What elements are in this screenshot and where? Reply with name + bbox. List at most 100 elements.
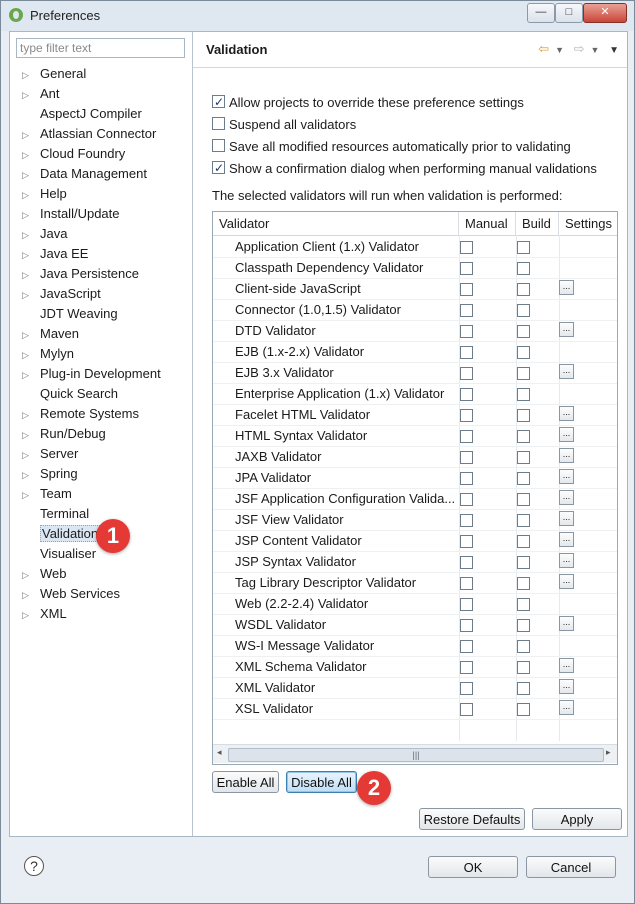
expand-arrow-icon[interactable]: ▷: [22, 185, 40, 205]
table-row[interactable]: XSL Validator...: [213, 698, 617, 720]
build-checkbox[interactable]: [517, 493, 530, 506]
table-row[interactable]: Web (2.2-2.4) Validator: [213, 593, 617, 615]
forward-arrow-icon[interactable]: ⇨: [574, 41, 585, 56]
manual-checkbox[interactable]: [460, 472, 473, 485]
option-checkbox[interactable]: Show a confirmation dialog when performi…: [212, 159, 597, 178]
table-row[interactable]: Application Client (1.x) Validator: [213, 236, 617, 258]
expand-arrow-icon[interactable]: ▷: [22, 85, 40, 105]
tree-item[interactable]: Visualiser: [22, 544, 96, 564]
manual-checkbox[interactable]: [460, 430, 473, 443]
table-row[interactable]: XML Validator...: [213, 677, 617, 699]
expand-arrow-icon[interactable]: ▷: [22, 325, 40, 345]
settings-button[interactable]: ...: [559, 364, 574, 379]
apply-button[interactable]: Apply: [532, 808, 622, 830]
build-checkbox[interactable]: [517, 262, 530, 275]
manual-checkbox[interactable]: [460, 409, 473, 422]
manual-checkbox[interactable]: [460, 346, 473, 359]
build-checkbox[interactable]: [517, 598, 530, 611]
tree-item[interactable]: ▷ Java Persistence: [22, 264, 139, 284]
minimize-button[interactable]: —: [527, 3, 555, 23]
tree-item[interactable]: ▷ Run/Debug: [22, 424, 106, 444]
table-row[interactable]: JSF View Validator...: [213, 509, 617, 531]
settings-button[interactable]: ...: [559, 511, 574, 526]
tree-item[interactable]: ▷ Remote Systems: [22, 404, 139, 424]
expand-arrow-icon[interactable]: ▷: [22, 125, 40, 145]
tree-item[interactable]: ▷ Mylyn: [22, 344, 74, 364]
tree-item[interactable]: JDT Weaving: [22, 304, 118, 324]
table-row[interactable]: Classpath Dependency Validator: [213, 257, 617, 279]
tree-item[interactable]: ▷ Team: [22, 484, 72, 504]
settings-button[interactable]: ...: [559, 280, 574, 295]
tree-item[interactable]: ▷ Help: [22, 184, 67, 204]
settings-button[interactable]: ...: [559, 406, 574, 421]
settings-button[interactable]: ...: [559, 532, 574, 547]
expand-arrow-icon[interactable]: ▷: [22, 285, 40, 305]
restore-defaults-button[interactable]: Restore Defaults: [419, 808, 525, 830]
build-checkbox[interactable]: [517, 661, 530, 674]
tree-item[interactable]: ▷ Data Management: [22, 164, 147, 184]
manual-checkbox[interactable]: [460, 703, 473, 716]
expand-arrow-icon[interactable]: ▷: [22, 145, 40, 165]
tree-item[interactable]: Quick Search: [22, 384, 118, 404]
expand-arrow-icon[interactable]: ▷: [22, 265, 40, 285]
tree-item[interactable]: ▷ Plug-in Development: [22, 364, 161, 384]
col-manual[interactable]: Manual: [459, 212, 516, 235]
settings-button[interactable]: ...: [559, 322, 574, 337]
back-dropdown-icon[interactable]: ▼: [555, 45, 564, 55]
table-row[interactable]: JSP Content Validator...: [213, 530, 617, 552]
table-row[interactable]: XML Schema Validator...: [213, 656, 617, 678]
disable-all-button[interactable]: Disable All: [286, 771, 357, 793]
manual-checkbox[interactable]: [460, 640, 473, 653]
manual-checkbox[interactable]: [460, 325, 473, 338]
expand-arrow-icon[interactable]: ▷: [22, 565, 40, 585]
tree-item[interactable]: ▷ Maven: [22, 324, 79, 344]
forward-dropdown-icon[interactable]: ▼: [591, 45, 600, 55]
tree-item[interactable]: ▷ Ant: [22, 84, 60, 104]
build-checkbox[interactable]: [517, 304, 530, 317]
table-row[interactable]: Client-side JavaScript...: [213, 278, 617, 300]
manual-checkbox[interactable]: [460, 493, 473, 506]
checkbox-icon[interactable]: [212, 159, 225, 177]
table-row[interactable]: Facelet HTML Validator...: [213, 404, 617, 426]
tree-item[interactable]: ▷ XML: [22, 604, 67, 624]
build-checkbox[interactable]: [517, 283, 530, 296]
manual-checkbox[interactable]: [460, 598, 473, 611]
table-row[interactable]: HTML Syntax Validator...: [213, 425, 617, 447]
tree-item[interactable]: ▷ Cloud Foundry: [22, 144, 125, 164]
table-row[interactable]: DTD Validator...: [213, 320, 617, 342]
build-checkbox[interactable]: [517, 325, 530, 338]
expand-arrow-icon[interactable]: ▷: [22, 225, 40, 245]
expand-arrow-icon[interactable]: ▷: [22, 585, 40, 605]
view-menu-icon[interactable]: ▼: [609, 45, 619, 56]
checkbox-icon[interactable]: [212, 117, 225, 130]
table-row[interactable]: JSP Syntax Validator...: [213, 551, 617, 573]
tree-item[interactable]: Validation: [22, 524, 101, 544]
checkbox-icon[interactable]: [212, 93, 225, 111]
settings-button[interactable]: ...: [559, 658, 574, 673]
build-checkbox[interactable]: [517, 409, 530, 422]
build-checkbox[interactable]: [517, 619, 530, 632]
back-arrow-icon[interactable]: ⇦: [538, 41, 549, 56]
cancel-button[interactable]: Cancel: [526, 856, 616, 878]
option-checkbox[interactable]: Allow projects to override these prefere…: [212, 93, 524, 112]
manual-checkbox[interactable]: [460, 619, 473, 632]
tree-item[interactable]: ▷ Java EE: [22, 244, 88, 264]
option-checkbox[interactable]: Save all modified resources automaticall…: [212, 138, 571, 156]
table-row[interactable]: Enterprise Application (1.x) Validator: [213, 383, 617, 405]
build-checkbox[interactable]: [517, 556, 530, 569]
manual-checkbox[interactable]: [460, 535, 473, 548]
expand-arrow-icon[interactable]: ▷: [22, 245, 40, 265]
table-row[interactable]: JAXB Validator...: [213, 446, 617, 468]
enable-all-button[interactable]: Enable All: [212, 771, 279, 793]
tree-item[interactable]: ▷ Web Services: [22, 584, 120, 604]
settings-button[interactable]: ...: [559, 469, 574, 484]
build-checkbox[interactable]: [517, 535, 530, 548]
expand-arrow-icon[interactable]: ▷: [22, 445, 40, 465]
build-checkbox[interactable]: [517, 640, 530, 653]
tree-item[interactable]: ▷ General: [22, 64, 86, 84]
build-checkbox[interactable]: [517, 367, 530, 380]
col-validator[interactable]: Validator: [213, 212, 459, 235]
help-icon[interactable]: ?: [24, 856, 44, 876]
close-button[interactable]: ✕: [583, 3, 627, 23]
tree-item[interactable]: ▷ Atlassian Connector: [22, 124, 156, 144]
